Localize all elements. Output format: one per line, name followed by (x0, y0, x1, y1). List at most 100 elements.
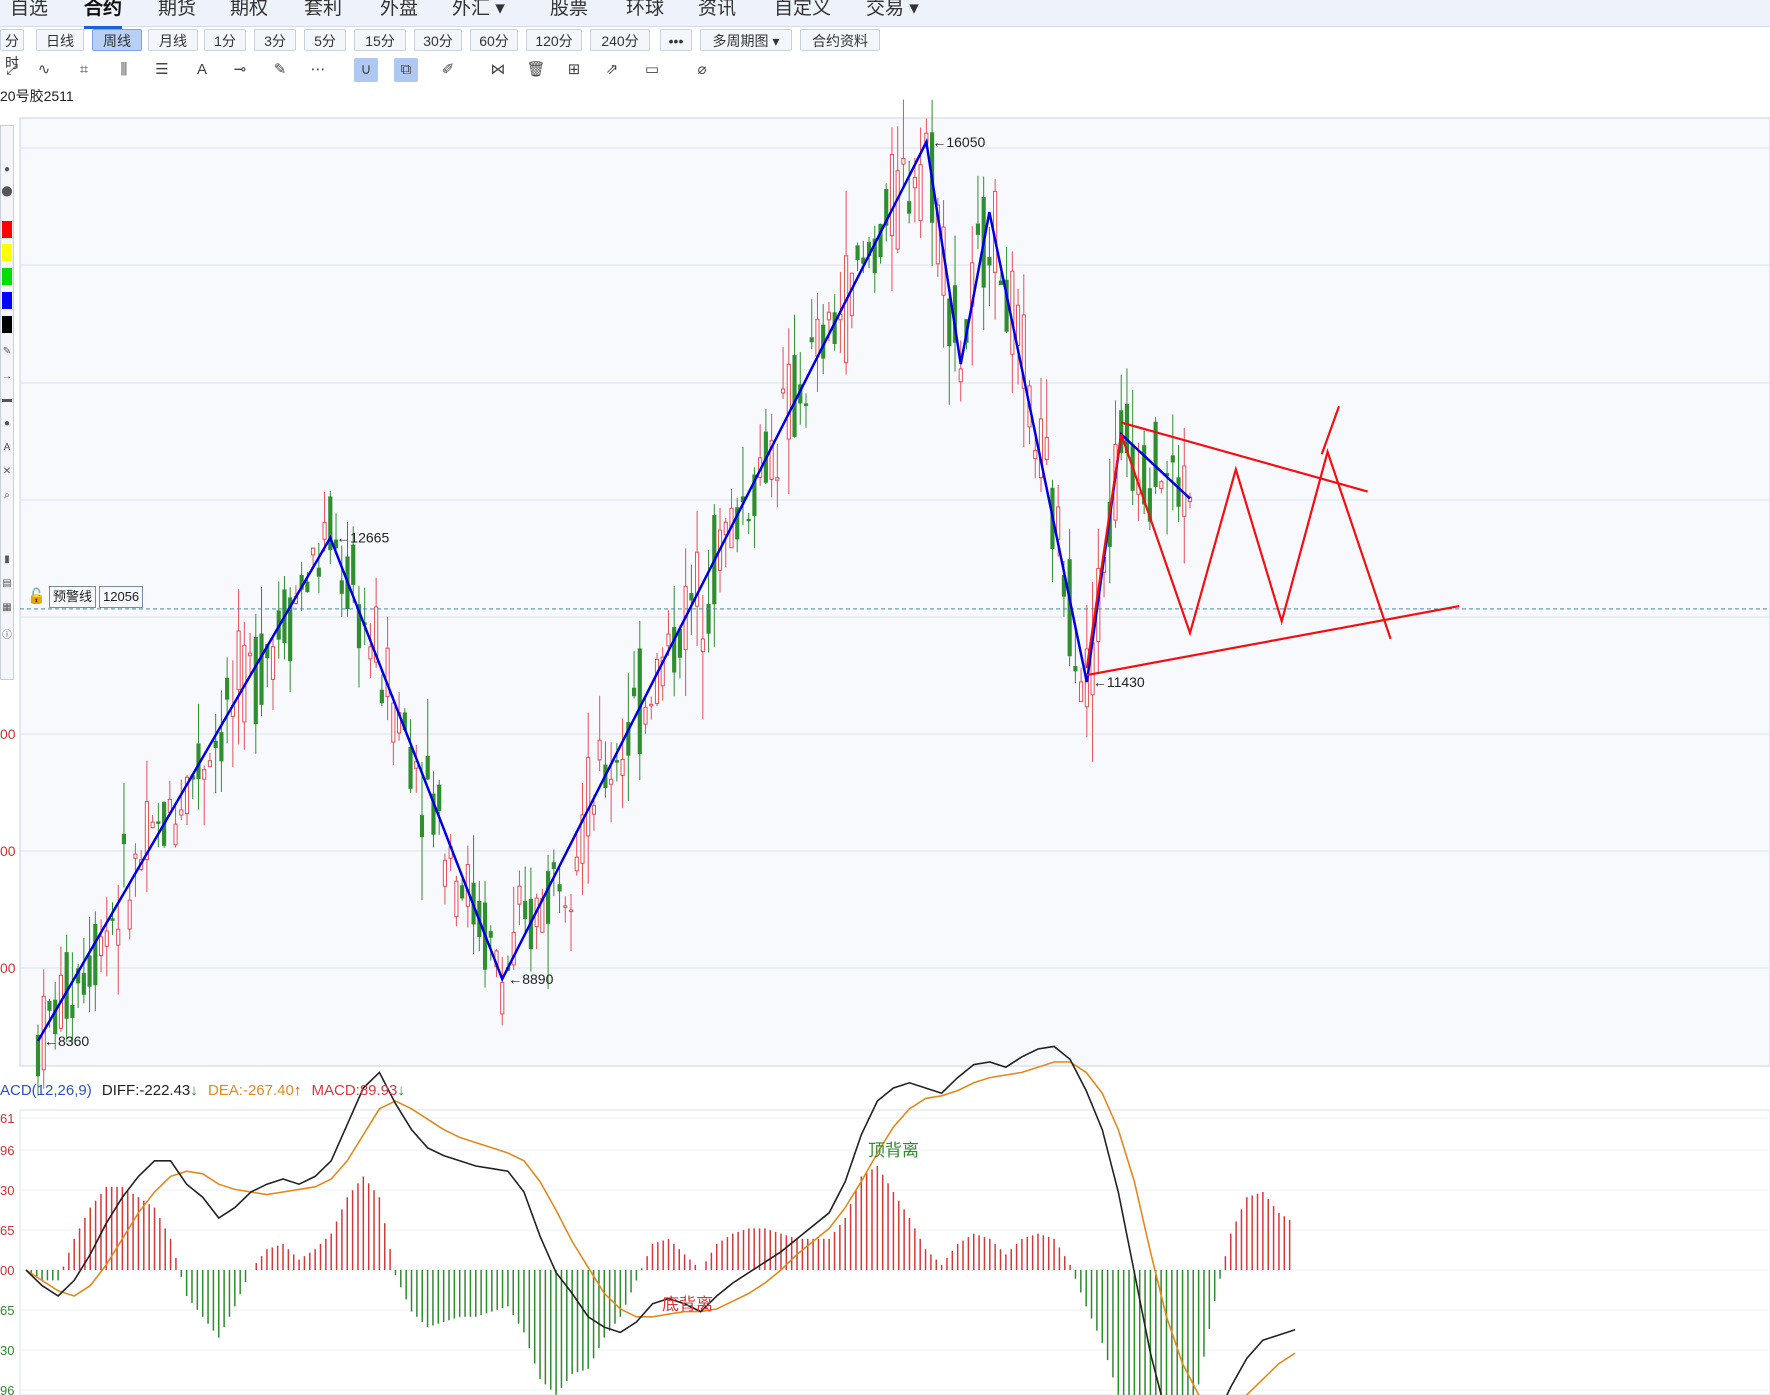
candle-body (517, 885, 522, 905)
candle-body (368, 646, 373, 660)
candle-body (620, 759, 625, 776)
unlock-icon[interactable]: 🔓 (27, 587, 46, 605)
candle-body (339, 580, 344, 594)
price-tick-label: 00 (0, 726, 16, 742)
candle-body (568, 909, 574, 913)
candle-body (425, 755, 430, 780)
candle-body (907, 201, 912, 214)
candle-body (442, 859, 448, 887)
macd-dea-value: DEA:-267.40 (207, 1082, 294, 1099)
pivot-label: ←11430 (1093, 674, 1145, 690)
candle-body (574, 856, 579, 872)
bottom-divergence-label: 底背离 (662, 1295, 713, 1314)
candle-body (1073, 666, 1078, 672)
macd-tick-label: 96 (0, 1143, 14, 1158)
candle-body (488, 931, 493, 938)
candle-body (551, 862, 556, 869)
macd-tick-label: 65 (0, 1303, 14, 1318)
alert-line-label[interactable]: 预警线 (49, 586, 97, 608)
price-tick-label: 00 (0, 843, 16, 859)
candle-body (643, 706, 648, 725)
candle-body (1176, 477, 1181, 507)
candle-body (316, 567, 321, 577)
candle-body (500, 981, 505, 1015)
candle-body (803, 403, 809, 406)
candle-body (127, 899, 132, 930)
chart-canvas[interactable]: 00 00 00 ←8360 ←12665 ←8890 ←16050 ←11430 61 96 30… (0, 0, 1770, 1395)
candle-body (609, 778, 614, 785)
candle-body (236, 630, 241, 691)
candle-body (1079, 681, 1084, 702)
candle-body (81, 973, 86, 995)
candle-body (93, 923, 98, 986)
candle-body (586, 757, 591, 837)
candle-body (116, 928, 121, 946)
candle-body (173, 823, 178, 846)
macd-header: ACD(12,26,9) DIFF:-222.43↓ DEA:-267.40↑ … (0, 1082, 411, 1099)
candle-body (557, 884, 562, 892)
candle-body (826, 311, 832, 321)
candle-body (247, 652, 253, 657)
candle-body (998, 280, 1003, 285)
candle-body (844, 255, 849, 364)
candle-body (219, 732, 224, 762)
candle-body (649, 703, 654, 707)
macd-diff-value: DIFF:-222.43 (101, 1082, 191, 1099)
candle-body (47, 1001, 52, 1011)
top-divergence-label: 顶背离 (868, 1141, 919, 1160)
candle-body (786, 363, 791, 440)
candle-body (700, 638, 705, 653)
candle-body (987, 257, 992, 266)
candle-body (631, 687, 637, 697)
candle-body (460, 885, 465, 899)
candle-body (855, 245, 860, 261)
candle-body (213, 740, 218, 748)
candle-body (792, 355, 797, 437)
macd-tick-label: 96 (0, 1383, 14, 1395)
candle-body (614, 760, 619, 763)
candle-body (815, 318, 820, 357)
candle-body (677, 629, 682, 658)
candle-body (637, 648, 642, 755)
dea-up-arrow-icon: ↑ (293, 1082, 302, 1099)
candle-body (597, 739, 602, 761)
candle-body (912, 176, 917, 189)
candle-body (666, 633, 671, 647)
candle-body (419, 815, 425, 838)
candle-body (918, 164, 923, 222)
macd-down-arrow-icon: ↓ (397, 1082, 405, 1099)
candle-body (408, 746, 413, 789)
candle-body (70, 1004, 75, 1018)
candle-body (746, 518, 751, 522)
candle-body (689, 593, 694, 601)
candle-body (1033, 450, 1038, 460)
candle-body (975, 223, 981, 235)
candle-body (849, 272, 854, 316)
candle-body (253, 636, 258, 725)
macd-tick-label: 61 (0, 1111, 14, 1126)
candle-body (523, 900, 528, 920)
candle-body (225, 677, 230, 700)
candle-body (98, 936, 104, 956)
candle-body (64, 952, 69, 1019)
candle-body (322, 522, 327, 540)
price-tick-label: 00 (0, 960, 16, 976)
macd-name: ACD(12,26,9) (0, 1082, 92, 1099)
candle-body (947, 298, 952, 347)
candle-body (179, 809, 184, 816)
alert-line-price[interactable]: 12056 (99, 586, 144, 608)
candle-body (202, 769, 207, 780)
candle-body (723, 521, 728, 536)
candle-body (1170, 455, 1175, 463)
candle-body (87, 955, 92, 987)
candle-body (780, 388, 786, 394)
candle-body (546, 871, 551, 924)
pivot-label: ←16050 (932, 134, 985, 150)
candle-body (133, 853, 138, 859)
candle-body (563, 905, 568, 908)
candle-body (270, 646, 276, 680)
candle-body (207, 760, 213, 768)
candle-body (379, 689, 384, 704)
candle-body (672, 627, 677, 673)
macd-tick-label: 30 (0, 1343, 14, 1358)
